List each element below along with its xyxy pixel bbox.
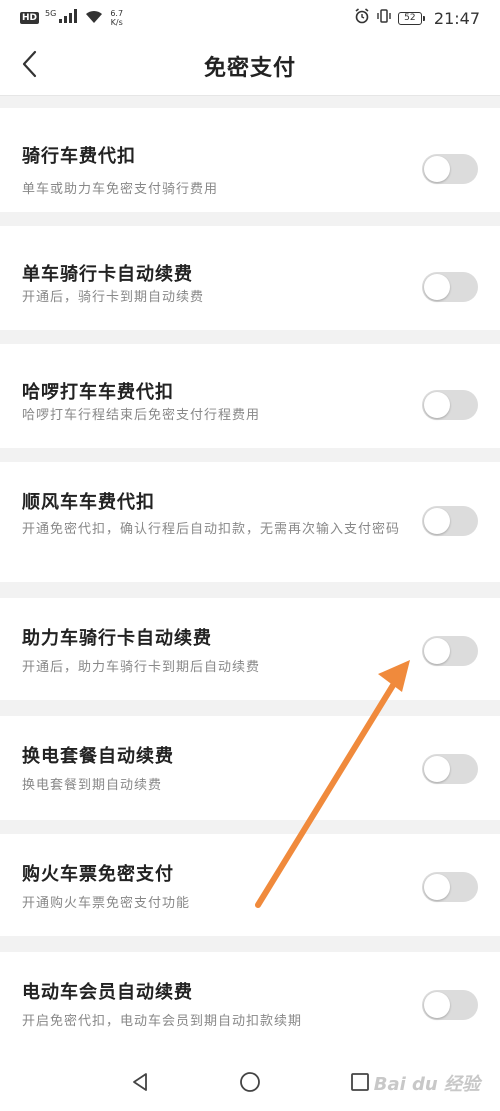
toggle-knob bbox=[424, 874, 450, 900]
setting-desc: 开启免密代扣，电动车会员到期自动扣款续期 bbox=[22, 1014, 303, 1029]
setting-title: 顺风车车费代扣 bbox=[22, 492, 155, 513]
net-speed: 6.7 K/s bbox=[110, 9, 123, 27]
home-button[interactable] bbox=[230, 1064, 270, 1104]
setting-desc: 开通后，助力车骑行卡到期后自动续费 bbox=[22, 660, 261, 675]
watermark: Bai du 经验 bbox=[373, 1074, 480, 1095]
setting-title: 助力车骑行卡自动续费 bbox=[22, 628, 212, 649]
toggle-switch[interactable] bbox=[422, 272, 478, 302]
setting-desc: 换电套餐到期自动续费 bbox=[22, 778, 163, 793]
status-bar: HD 5G 6.7 K/s 52 21:47 bbox=[0, 0, 500, 36]
setting-desc: 哈啰打车行程结束后免密支付行程费用 bbox=[22, 408, 261, 423]
setting-desc: 开通后，骑行卡到期自动续费 bbox=[22, 290, 205, 305]
setting-row: 电动车会员自动续费 开启免密代扣，电动车会员到期自动扣款续期 bbox=[0, 952, 500, 1056]
circle-home-icon bbox=[238, 1070, 262, 1098]
net-speed-value: 6.7 bbox=[110, 9, 124, 18]
toggle-switch[interactable] bbox=[422, 872, 478, 902]
status-time: 21:47 bbox=[433, 8, 480, 28]
toggle-switch[interactable] bbox=[422, 754, 478, 784]
square-recents-icon bbox=[349, 1071, 371, 1097]
setting-desc: 开通购火车票免密支付功能 bbox=[22, 896, 191, 911]
toggle-switch[interactable] bbox=[422, 636, 478, 666]
vibrate-icon bbox=[376, 8, 392, 28]
status-right: 52 21:47 bbox=[354, 8, 480, 28]
setting-row: 换电套餐自动续费 换电套餐到期自动续费 bbox=[0, 716, 500, 820]
setting-title: 电动车会员自动续费 bbox=[22, 982, 193, 1003]
setting-row: 骑行车费代扣 单车或助力车免密支付骑行费用 bbox=[0, 108, 500, 212]
setting-row: 单车骑行卡自动续费 开通后，骑行卡到期自动续费 bbox=[0, 226, 500, 330]
triangle-back-icon bbox=[129, 1071, 151, 1097]
toggle-knob bbox=[424, 756, 450, 782]
toggle-switch[interactable] bbox=[422, 506, 478, 536]
setting-title: 单车骑行卡自动续费 bbox=[22, 264, 193, 285]
wifi-icon bbox=[84, 9, 104, 28]
setting-title: 购火车票免密支付 bbox=[22, 864, 174, 885]
signal-label: 5G bbox=[45, 8, 57, 18]
setting-row: 购火车票免密支付 开通购火车票免密支付功能 bbox=[0, 834, 500, 936]
toggle-knob bbox=[424, 156, 450, 182]
toggle-knob bbox=[424, 274, 450, 300]
setting-row: 助力车骑行卡自动续费 开通后，助力车骑行卡到期后自动续费 bbox=[0, 598, 500, 700]
toggle-switch[interactable] bbox=[422, 390, 478, 420]
setting-desc: 单车或助力车免密支付骑行费用 bbox=[22, 182, 219, 197]
toggle-knob bbox=[424, 508, 450, 534]
toggle-knob bbox=[424, 638, 450, 664]
alarm-icon bbox=[354, 8, 370, 28]
setting-title: 骑行车费代扣 bbox=[22, 146, 136, 167]
back-button[interactable] bbox=[10, 44, 50, 88]
toggle-switch[interactable] bbox=[422, 990, 478, 1020]
chevron-left-icon bbox=[20, 49, 40, 83]
status-left: HD 5G 6.7 K/s bbox=[20, 9, 123, 28]
battery-level: 52 bbox=[404, 13, 416, 23]
net-speed-unit: K/s bbox=[110, 18, 123, 27]
setting-row: 哈啰打车车费代扣 哈啰打车行程结束后免密支付行程费用 bbox=[0, 344, 500, 448]
page-title: 免密支付 bbox=[203, 55, 296, 81]
hd-badge: HD bbox=[20, 12, 40, 24]
setting-desc: 开通免密代扣，确认行程后自动扣款，无需再次输入支付密码 bbox=[22, 522, 401, 537]
header: 免密支付 bbox=[0, 36, 500, 96]
setting-title: 哈啰打车车费代扣 bbox=[22, 382, 174, 403]
signal-icon bbox=[58, 9, 78, 27]
setting-title: 换电套餐自动续费 bbox=[22, 746, 174, 767]
toggle-knob bbox=[424, 392, 450, 418]
toggle-knob bbox=[424, 992, 450, 1018]
setting-row: 顺风车车费代扣 开通免密代扣，确认行程后自动扣款，无需再次输入支付密码 bbox=[0, 462, 500, 582]
battery-icon: 52 bbox=[397, 11, 425, 25]
toggle-switch[interactable] bbox=[422, 154, 478, 184]
back-nav-button[interactable] bbox=[120, 1064, 160, 1104]
